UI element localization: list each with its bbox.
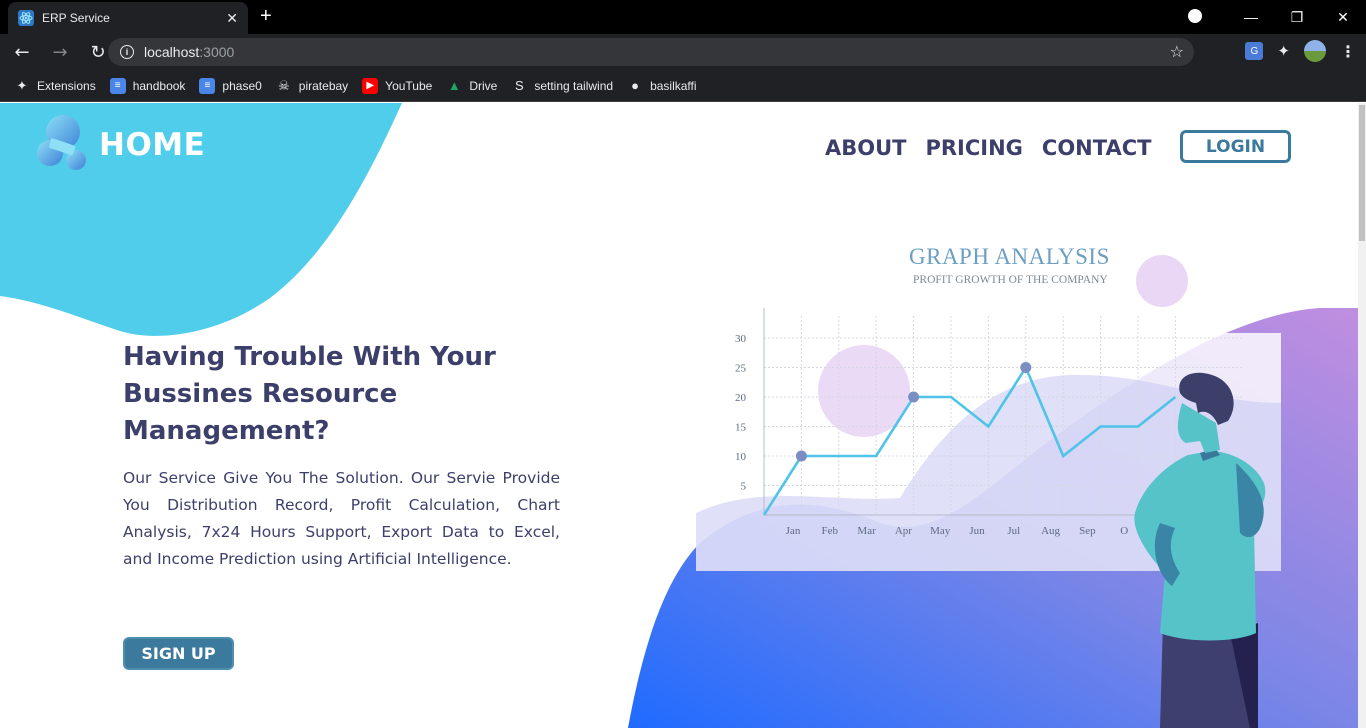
- chart-x-tick-label: Jul: [1007, 525, 1020, 537]
- bookmark-label: handbook: [132, 78, 186, 93]
- bookmark-label: piratebay: [298, 78, 349, 93]
- site-info-icon[interactable]: i: [120, 45, 134, 59]
- profile-avatar[interactable]: [1304, 40, 1326, 62]
- browser-tab[interactable]: ERP Service ✕: [8, 2, 248, 34]
- chart-x-tick-label: Aug: [1041, 525, 1060, 537]
- chart-subtitle: PROFIT GROWTH OF THE COMPANY: [913, 274, 1108, 286]
- docs-icon: ≡: [109, 77, 126, 94]
- chart-x-tick-label: Jun: [969, 525, 985, 537]
- browser-toolbar: ← → ↻ i localhost:3000 ☆ G ✦ ⋮: [0, 34, 1366, 70]
- react-favicon-icon: [18, 10, 34, 26]
- chart-x-tick-label: May: [930, 525, 951, 537]
- chart-point: [795, 450, 807, 462]
- chart-x-tick-label: Apr: [895, 525, 912, 537]
- puzzle-icon: ✦: [16, 77, 28, 93]
- forward-arrow-icon[interactable]: →: [44, 42, 76, 63]
- browser-menu-icon[interactable]: ⋮: [1340, 42, 1356, 61]
- address-bar[interactable]: i localhost:3000 ☆: [108, 38, 1194, 66]
- decor-circle-small: [1136, 255, 1188, 307]
- pirate-icon: ☠: [277, 77, 290, 93]
- bookmark-item[interactable]: ▲ Drive: [446, 78, 497, 94]
- bookmark-label: Drive: [469, 78, 498, 93]
- extensions-puzzle-icon[interactable]: ✦: [1277, 42, 1290, 60]
- chart-x-tick-label: Sep: [1079, 525, 1096, 537]
- page-scrollbar[interactable]: [1358, 103, 1366, 728]
- bookmark-item[interactable]: ☠ piratebay: [276, 78, 348, 94]
- bookmark-item[interactable]: ▶ YouTube: [362, 77, 433, 94]
- window-close-icon[interactable]: ✕: [1320, 9, 1366, 26]
- browser-tab-strip: ERP Service ✕ + — ❐ ✕: [0, 0, 1366, 34]
- tab-title: ERP Service: [42, 11, 110, 25]
- extension-icons: G ✦ ⋮: [1245, 40, 1356, 62]
- youtube-icon: ▶: [362, 77, 379, 94]
- back-arrow-icon[interactable]: ←: [6, 42, 38, 63]
- github-icon: ●: [631, 78, 639, 93]
- translate-extension-icon[interactable]: G: [1245, 42, 1264, 60]
- scrollbar-thumb[interactable]: [1359, 105, 1365, 241]
- chart-x-tick-label: Jan: [786, 525, 801, 537]
- minimize-icon[interactable]: —: [1228, 9, 1274, 25]
- chart-x-tick-label: Feb: [822, 525, 839, 537]
- bookmark-label: setting tailwind: [534, 78, 614, 93]
- bookmark-label: basilkaffi: [650, 78, 697, 93]
- tab-close-icon[interactable]: ✕: [226, 10, 238, 27]
- profile-menu-icon[interactable]: [1182, 8, 1228, 26]
- bookmark-item[interactable]: ✦ Extensions: [14, 78, 96, 94]
- chart-y-tick-label: 25: [735, 363, 747, 375]
- bookmark-star-icon[interactable]: ☆: [1170, 42, 1184, 61]
- graph-illustration: 5 10 15 20 25 30 Jan Feb Mar Apr May Jun Jul Aug Sep O: [696, 255, 1281, 728]
- window-controls: — ❐ ✕: [1182, 0, 1366, 34]
- bookmark-label: phase0: [222, 78, 262, 93]
- new-tab-button[interactable]: +: [260, 5, 272, 28]
- chart-title: GRAPH ANALYSIS: [909, 244, 1110, 269]
- bookmark-item[interactable]: Ssetting tailwind: [511, 78, 613, 94]
- chart-y-tick-label: 5: [741, 481, 747, 493]
- bookmark-label: Extensions: [37, 78, 96, 93]
- chart-point: [908, 391, 920, 403]
- stack-icon: S: [515, 78, 524, 93]
- chart-y-tick-label: 15: [735, 422, 747, 434]
- chart-y-tick-label: 30: [735, 333, 747, 345]
- chart-y-tick-label: 20: [735, 392, 747, 404]
- chart-y-tick-label: 10: [735, 451, 747, 463]
- url-port: :3000: [199, 44, 235, 60]
- chart-point: [1020, 362, 1032, 374]
- chart-x-tick-label: O: [1120, 525, 1128, 537]
- bookmarks-bar: ✦ Extensions ≡ handbook ≡ phase0 ☠ piratebay ▶ Yo…: [0, 70, 1366, 102]
- drive-icon: ▲: [447, 78, 461, 93]
- restore-icon[interactable]: ❐: [1274, 9, 1320, 26]
- bookmark-item[interactable]: ● basilkaffi: [627, 78, 696, 94]
- bookmark-item[interactable]: ≡ phase0: [199, 77, 262, 94]
- url-host: localhost: [144, 44, 200, 60]
- docs-icon: ≡: [199, 77, 216, 94]
- chart-x-tick-label: Mar: [857, 525, 876, 537]
- bookmark-label: YouTube: [385, 78, 433, 93]
- page-viewport: HOME ABOUT PRICING CONTACT LOGIN Having …: [0, 103, 1358, 728]
- bookmark-item[interactable]: ≡ handbook: [109, 77, 186, 94]
